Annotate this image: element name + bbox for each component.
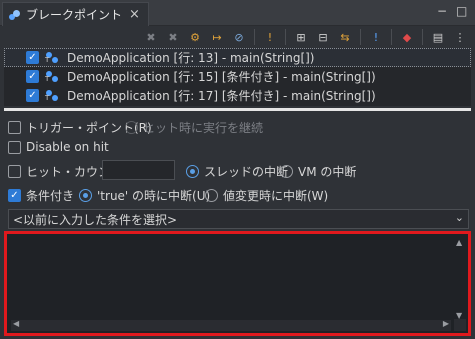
line-breakpoint-icon: T [45, 51, 61, 65]
remove-all-icon[interactable]: ✖ [164, 28, 182, 46]
breakpoint-label: DemoApplication [行: 15] [条件付き] - main(St… [67, 70, 376, 84]
toolbar-separator [285, 29, 286, 45]
vertical-scrollbar[interactable]: ▲ ▼ [456, 238, 466, 320]
conditional-option[interactable]: ✓ 条件付き [8, 187, 74, 204]
hit-count-input[interactable] [102, 160, 175, 180]
resume-on-hit-option: ヒット時に実行を継続 [125, 119, 263, 136]
suspend-thread-label: スレッドの中断 [204, 165, 289, 179]
pane-divider[interactable] [4, 108, 471, 111]
remove-icon[interactable]: ✖ [142, 28, 160, 46]
tab-title: ブレークポイント [26, 8, 123, 22]
condition-history-combo[interactable]: <以前に入力した条件を選択> ⌄ [8, 209, 469, 229]
trigger-point-checkbox[interactable] [8, 121, 21, 134]
maximize-button[interactable]: □ [456, 4, 467, 18]
suspend-when-changed-label: 値変更時に中断(W) [223, 189, 329, 203]
minimize-button[interactable]: − [437, 4, 447, 18]
line-breakpoint-icon: T [45, 89, 61, 103]
suspend-vm-option[interactable]: VM の中断 [280, 163, 356, 180]
skip-all-icon[interactable]: ! [261, 28, 279, 46]
scrollbar-corner [454, 319, 466, 331]
suspend-thread-radio[interactable] [186, 165, 199, 178]
resume-on-hit-label: ヒット時に実行を継続 [143, 121, 264, 135]
suspend-when-changed-radio[interactable] [205, 189, 218, 202]
line-breakpoint-icon: T [45, 70, 61, 84]
breakpoints-icon [9, 9, 21, 21]
toolbar-separator [360, 29, 361, 45]
scroll-left-icon[interactable]: ◀ [13, 319, 19, 328]
view-tab-bar: ブレークポイント × − □ [0, 0, 475, 26]
link-with-debug-icon[interactable]: ⇆ [336, 28, 354, 46]
import-icon[interactable]: ↦ [208, 28, 226, 46]
breakpoint-checkbox[interactable]: ✓ [26, 51, 39, 64]
disable-on-hit-label: Disable on hit [26, 140, 109, 154]
conditional-label: 条件付き [26, 189, 75, 203]
breakpoint-checkbox[interactable]: ✓ [26, 70, 39, 83]
breakpoint-row[interactable]: ✓ T DemoApplication [行: 17] [条件付き] - mai… [4, 86, 471, 105]
link-icon[interactable]: ⚙ [186, 28, 204, 46]
chevron-down-icon[interactable]: ⌄ [455, 211, 464, 224]
suspend-thread-option[interactable]: スレッドの中断 [186, 163, 288, 180]
breakpoint-row[interactable]: ✓ T DemoApplication [行: 13] - main(Strin… [4, 48, 471, 67]
condition-text-area[interactable] [11, 238, 457, 318]
scroll-right-icon[interactable]: ▶ [443, 319, 449, 328]
resume-on-hit-radio [125, 121, 138, 134]
breakpoint-label: DemoApplication [行: 17] [条件付き] - main(St… [67, 89, 376, 103]
close-icon[interactable]: × [129, 7, 140, 22]
toggle-exception-icon[interactable]: ◆ [398, 28, 416, 46]
disable-on-hit-option[interactable]: Disable on hit [8, 140, 109, 154]
conditional-checkbox[interactable]: ✓ [8, 189, 21, 202]
suspend-when-changed-option[interactable]: 値変更時に中断(W) [205, 187, 328, 204]
view-menu-icon[interactable]: ⋮ [451, 28, 469, 46]
suspend-vm-radio[interactable] [280, 165, 293, 178]
breakpoint-list: ✓ T DemoApplication [行: 13] - main(Strin… [4, 48, 471, 106]
suspend-when-true-label: 'true' の時に中断(U) [97, 189, 211, 203]
export-icon[interactable]: ⊘ [230, 28, 248, 46]
suspend-vm-label: VM の中断 [298, 165, 357, 179]
breakpoints-toolbar: ✖ ✖ ⚙ ↦ ⊘ ! ⊞ ⊟ ⇆ ! ◆ ▤ ⋮ [0, 26, 475, 48]
horizontal-scrollbar[interactable]: ◀ ▶ [11, 319, 451, 331]
condition-history-placeholder: <以前に入力した条件を選択> [13, 212, 178, 227]
toolbar-separator [254, 29, 255, 45]
toolbar-separator [391, 29, 392, 45]
hit-count-checkbox[interactable] [8, 165, 21, 178]
collapse-all-icon[interactable]: ⊟ [314, 28, 332, 46]
toolbar-separator [422, 29, 423, 45]
breakpoint-label: DemoApplication [行: 13] - main(String[]) [67, 51, 315, 65]
disable-on-hit-checkbox[interactable] [8, 140, 21, 154]
scroll-up-icon[interactable]: ▲ [456, 238, 462, 247]
suspend-when-true-radio[interactable] [79, 189, 92, 202]
add-java-exception-icon[interactable]: ! [367, 28, 385, 46]
breakpoint-checkbox[interactable]: ✓ [26, 89, 39, 102]
add-breakpoint-icon[interactable]: ▤ [429, 28, 447, 46]
suspend-when-true-option[interactable]: 'true' の時に中断(U) [79, 187, 210, 204]
expand-all-icon[interactable]: ⊞ [292, 28, 310, 46]
condition-editor: ▲ ▼ ◀ ▶ [4, 231, 471, 336]
breakpoint-row[interactable]: ✓ T DemoApplication [行: 15] [条件付き] - mai… [4, 67, 471, 86]
tab-breakpoints[interactable]: ブレークポイント × [2, 2, 149, 26]
